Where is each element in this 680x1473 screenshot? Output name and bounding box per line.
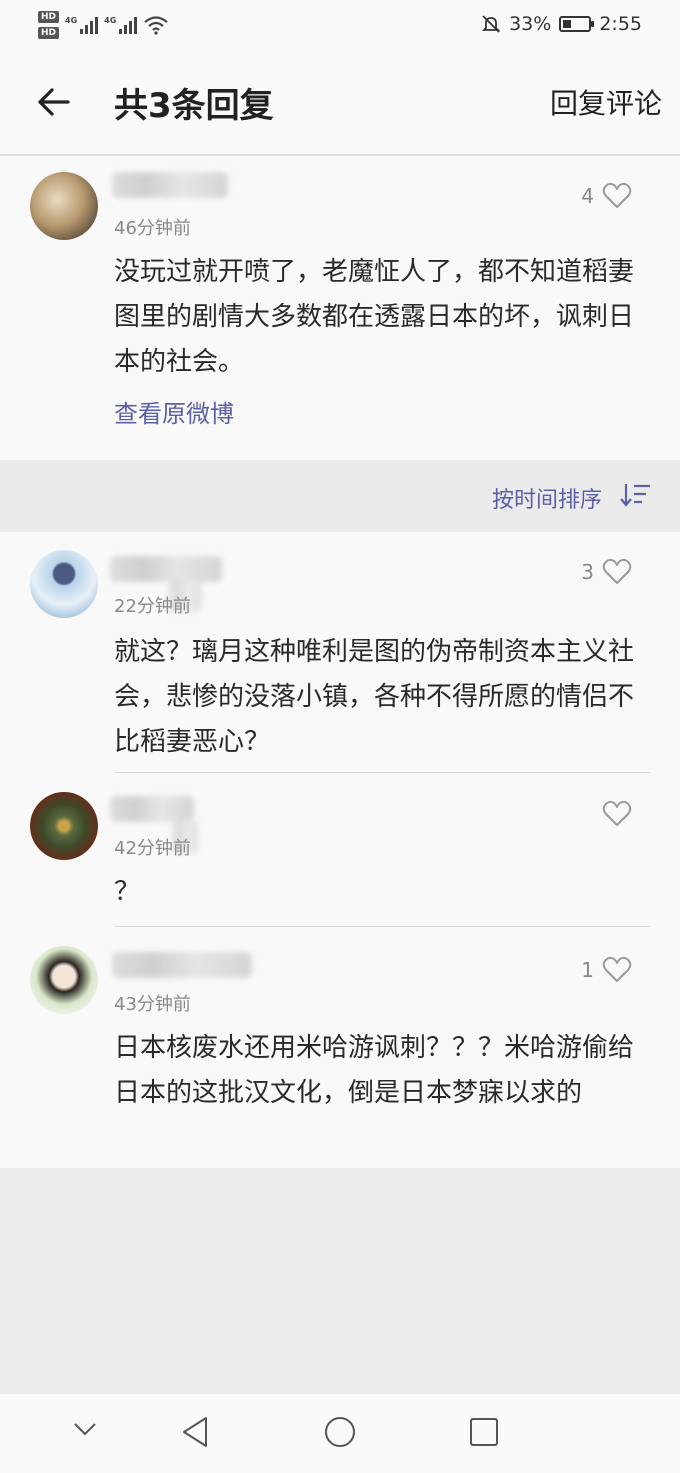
divider — [114, 926, 650, 927]
nav-home-icon[interactable] — [322, 1414, 358, 1450]
like-count: 1 — [581, 958, 594, 982]
comment-text: 没玩过就开喷了，老魔怔人了，都不知道稻妻图里的剧情大多数都在透露日本的坏，讽刺日… — [114, 257, 635, 377]
avatar[interactable] — [30, 792, 98, 860]
avatar[interactable] — [30, 550, 98, 618]
comment-text: ？ — [114, 877, 141, 907]
comment-text: 就这？璃月这种唯利是图的伪帝制资本主义社会，悲惨的没落小镇，各种不得所愿的情侣不… — [114, 637, 635, 757]
username-blurred[interactable] — [110, 796, 194, 822]
like-button[interactable]: 3 — [581, 558, 632, 586]
avatar[interactable] — [30, 172, 98, 240]
comment-time: 46分钟前 — [114, 218, 191, 239]
chevron-down-icon[interactable] — [70, 1414, 100, 1444]
like-button[interactable]: 1 — [581, 956, 632, 984]
like-button[interactable] — [594, 800, 632, 828]
reply-comment-button[interactable]: 回复评论 — [550, 82, 662, 122]
view-original-link[interactable]: 查看原微博 — [114, 394, 234, 429]
top-app-bar: 共3条回复 回复评论 — [0, 52, 680, 154]
like-count: 4 — [581, 184, 594, 208]
nav-back-icon[interactable] — [178, 1414, 212, 1450]
sort-bar: 按时间排序 — [0, 460, 680, 532]
comment-time: 43分钟前 — [114, 994, 191, 1015]
sort-icon[interactable] — [620, 482, 652, 508]
heart-icon — [602, 558, 632, 584]
wifi-icon — [144, 16, 168, 35]
heart-icon — [602, 956, 632, 982]
like-button[interactable]: 4 — [581, 182, 632, 210]
status-bar: HD HD 4G 4G 33% 2:55 — [0, 0, 680, 52]
like-count: 3 — [581, 560, 594, 584]
signal-icon-1: 4G — [65, 16, 99, 34]
username-blurred[interactable] — [110, 556, 222, 582]
nav-recents-icon[interactable] — [466, 1414, 502, 1450]
reply-list: 22分钟前 3 就这？璃月这种唯利是图的伪帝制资本主义社会，悲惨的没落小镇，各种… — [0, 532, 680, 1168]
sort-by-time-button[interactable]: 按时间排序 — [492, 482, 602, 514]
arrow-left-icon[interactable] — [34, 82, 74, 122]
hd-badge-2: HD — [38, 27, 60, 39]
divider — [114, 772, 650, 773]
signal-icon-2: 4G — [104, 16, 138, 34]
system-nav-bar — [0, 1394, 680, 1473]
avatar[interactable] — [30, 946, 98, 1014]
heart-icon — [602, 800, 632, 826]
comment-time: 42分钟前 — [114, 838, 191, 859]
battery-percent: 33% — [509, 13, 552, 35]
bell-off-icon — [481, 15, 501, 33]
status-right: 33% 2:55 — [481, 10, 642, 38]
hd-badge-1: HD — [38, 11, 60, 23]
username-blurred[interactable] — [112, 952, 252, 978]
main-comment: 46分钟前 4 没玩过就开喷了，老魔怔人了，都不知道稻妻图里的剧情大多数都在透露… — [0, 156, 680, 460]
status-left: HD HD 4G 4G — [38, 6, 169, 44]
battery-icon — [559, 16, 595, 32]
comment-time: 22分钟前 — [114, 596, 191, 617]
username-blurred[interactable] — [112, 172, 228, 198]
page-title: 共3条回复 — [114, 86, 274, 126]
comment-text: 日本核废水还用米哈游讽刺？？？米哈游偷给日本的这批汉文化，倒是日本梦寐以求的 — [114, 1033, 635, 1108]
heart-icon — [602, 182, 632, 208]
clock: 2:55 — [599, 13, 642, 35]
